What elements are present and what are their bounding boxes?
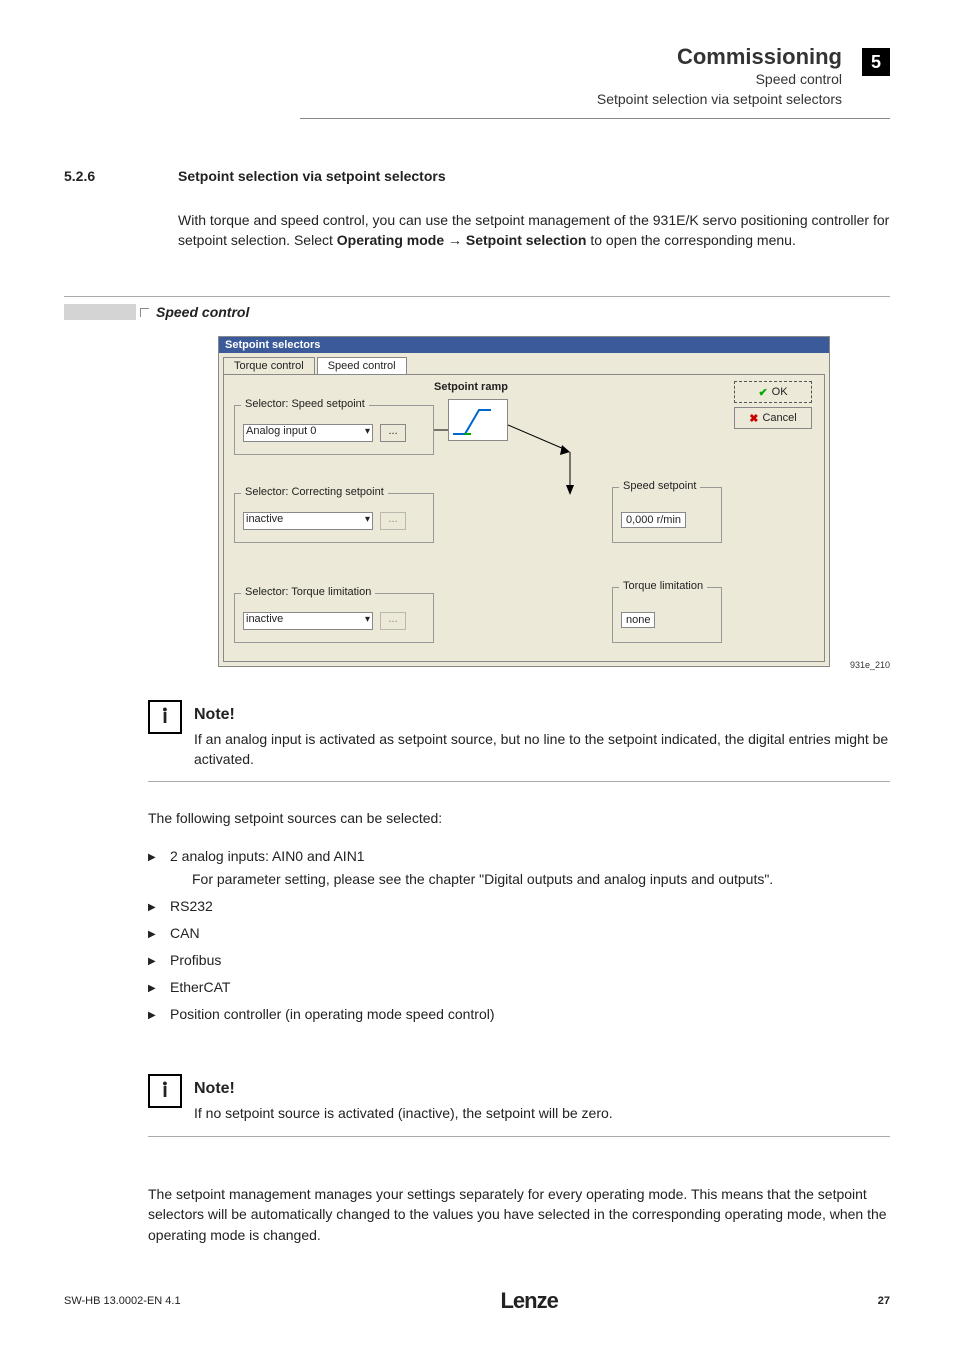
section-number: 5.2.6 [64, 168, 95, 184]
note1-body: If an analog input is activated as setpo… [194, 730, 890, 769]
x-icon: ✖ [749, 412, 758, 425]
list-item: 2 analog inputs: AIN0 and AIN1 For param… [148, 846, 890, 890]
section-marker [64, 304, 136, 320]
header-title: Commissioning [597, 44, 842, 70]
tab-speed-control[interactable]: Speed control [317, 357, 407, 374]
info-icon: ●i [148, 1074, 182, 1108]
tab-row: Torque control Speed control [219, 353, 829, 374]
speed-setpoint-select[interactable]: Analog input 0 [243, 424, 373, 442]
chapter-badge: 5 [862, 48, 890, 76]
tab-body: Setpoint ramp ✔ OK ✖ Cancel Selector: Sp… [223, 374, 825, 662]
note2-rule [148, 1136, 890, 1137]
correcting-setpoint-select[interactable]: inactive [243, 512, 373, 530]
torque-limitation-details-button: ... [380, 612, 406, 630]
footer-page-number: 27 [878, 1295, 890, 1307]
note2-body: If no setpoint source is activated (inac… [194, 1104, 890, 1124]
divider [64, 296, 890, 297]
note-block-1: ●i Note! If an analog input is activated… [148, 700, 890, 782]
ramp-icon [449, 400, 507, 440]
section-intro: With torque and speed control, you can u… [178, 210, 890, 251]
following-paragraph: The following setpoint sources can be se… [148, 810, 890, 826]
check-icon: ✔ [758, 386, 767, 399]
setpoint-selectors-window: Setpoint selectors Torque control Speed … [218, 336, 830, 667]
list-item: CAN [148, 923, 890, 944]
speed-setpoint-output-title: Speed setpoint [619, 480, 700, 492]
ok-button[interactable]: ✔ OK [734, 381, 812, 403]
list-item: Profibus [148, 950, 890, 971]
intro-text-b: Operating mode → Setpoint selection [337, 232, 587, 248]
footer-docid: SW-HB 13.0002-EN 4.1 [64, 1295, 181, 1307]
ok-label: OK [772, 386, 788, 398]
cancel-button[interactable]: ✖ Cancel [734, 407, 812, 429]
group-torque-limitation-output: Torque limitation none [612, 587, 722, 643]
correcting-setpoint-details-button: ... [380, 512, 406, 530]
cancel-label: Cancel [762, 412, 796, 424]
speed-setpoint-value: 0,000 r/min [621, 512, 686, 528]
figure-reference: 931e_210 [850, 660, 890, 670]
note2-heading: Note! [194, 1074, 890, 1098]
final-paragraph: The setpoint management manages your set… [148, 1184, 890, 1245]
list-item: RS232 [148, 896, 890, 917]
tab-torque-control[interactable]: Torque control [223, 357, 315, 374]
group-torque-limitation: Selector: Torque limitation inactive ... [234, 593, 434, 643]
page-header: Commissioning Speed control Setpoint sel… [597, 44, 842, 109]
list-item: Position controller (in operating mode s… [148, 1004, 890, 1025]
group-speed-setpoint: Selector: Speed setpoint Analog input 0 … [234, 405, 434, 455]
footer-logo: Lenze [500, 1288, 557, 1314]
setpoint-ramp-label: Setpoint ramp [434, 381, 508, 393]
speed-setpoint-details-button[interactable]: ... [380, 424, 406, 442]
list-item: EtherCAT [148, 977, 890, 998]
torque-limitation-output-title: Torque limitation [619, 580, 707, 592]
note1-heading: Note! [194, 700, 890, 724]
torque-limitation-select[interactable]: inactive [243, 612, 373, 630]
group-torque-limitation-title: Selector: Torque limitation [241, 586, 375, 598]
section-title: Setpoint selection via setpoint selector… [178, 168, 446, 184]
info-dot: ● [162, 704, 167, 714]
note-block-2: ●i Note! If no setpoint source is activa… [148, 1074, 890, 1137]
info-dot: ● [162, 1078, 167, 1088]
setpoint-source-list: 2 analog inputs: AIN0 and AIN1 For param… [148, 840, 890, 1031]
speed-control-heading: Speed control [156, 304, 249, 320]
torque-limitation-value: none [621, 612, 655, 628]
bullet-1-sub: For parameter setting, please see the ch… [170, 869, 890, 890]
intro-text-c: to open the corresponding menu. [590, 232, 795, 248]
ramp-graphic[interactable] [448, 399, 508, 441]
group-speed-setpoint-output: Speed setpoint 0,000 r/min [612, 487, 722, 543]
header-sub1: Speed control [597, 70, 842, 90]
group-correcting-setpoint: Selector: Correcting setpoint inactive .… [234, 493, 434, 543]
page-footer: SW-HB 13.0002-EN 4.1 Lenze 27 [64, 1288, 890, 1314]
group-speed-setpoint-title: Selector: Speed setpoint [241, 398, 369, 410]
info-icon: ●i [148, 700, 182, 734]
header-sub2: Setpoint selection via setpoint selector… [597, 90, 842, 110]
note1-rule [148, 781, 890, 782]
group-correcting-setpoint-title: Selector: Correcting setpoint [241, 486, 388, 498]
window-titlebar: Setpoint selectors [219, 337, 829, 353]
bullet-1: 2 analog inputs: AIN0 and AIN1 [170, 848, 365, 864]
header-rule [300, 118, 890, 119]
